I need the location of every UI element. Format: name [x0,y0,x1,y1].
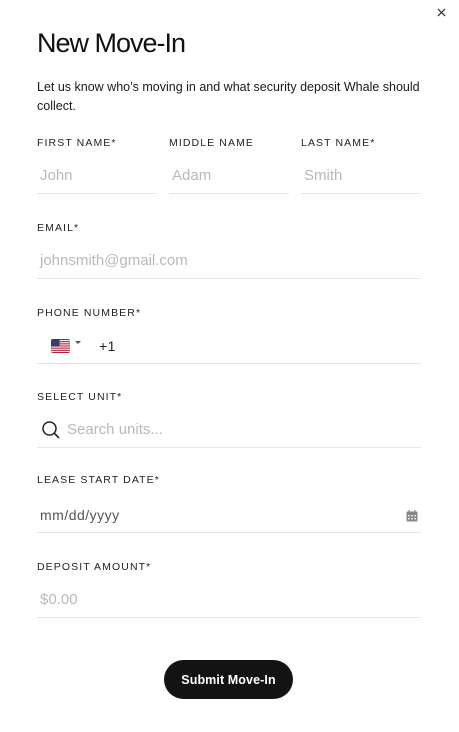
first-name-placeholder: John [40,167,73,184]
unit-label: SELECT UNIT* [37,391,123,403]
chevron-down-icon[interactable] [75,341,81,344]
middle-name-field[interactable]: Adam [169,158,289,194]
dial-code: +1 [99,337,116,354]
last-name-label: LAST NAME* [301,137,376,149]
middle-name-placeholder: Adam [172,167,212,184]
email-field[interactable]: johnsmith@gmail.com [37,243,421,279]
last-name-field[interactable]: Smith [301,158,421,194]
lease-start-placeholder: mm/dd/yyyy [40,506,120,523]
us-flag-icon[interactable] [51,338,70,353]
deposit-amount-field[interactable]: $0.00 [37,582,421,618]
first-name-label: FIRST NAME* [37,137,117,149]
middle-name-label: MIDDLE NAME [169,137,255,149]
lease-start-date-field[interactable]: mm/dd/yyyy [37,497,421,533]
lease-start-label: LEASE START DATE* [37,474,160,486]
search-icon [42,420,60,439]
email-placeholder: johnsmith@gmail.com [40,252,188,269]
phone-field[interactable]: +1 [37,328,421,364]
close-button[interactable] [433,4,449,20]
deposit-placeholder: $0.00 [40,591,78,608]
submit-move-in-button[interactable]: Submit Move-In [164,660,293,699]
modal-title: New Move-In [37,28,186,58]
modal-subtitle: Let us know who’s moving in and what sec… [37,80,420,113]
last-name-placeholder: Smith [304,167,343,184]
email-label: EMAIL* [37,222,80,234]
unit-search-field[interactable]: Search units... [37,412,421,448]
calendar-icon[interactable] [406,510,418,522]
unit-search-placeholder: Search units... [67,421,163,438]
close-icon [436,7,446,17]
first-name-field[interactable]: John [37,158,157,194]
deposit-label: DEPOSIT AMOUNT* [37,561,152,573]
phone-label: PHONE NUMBER* [37,307,142,319]
